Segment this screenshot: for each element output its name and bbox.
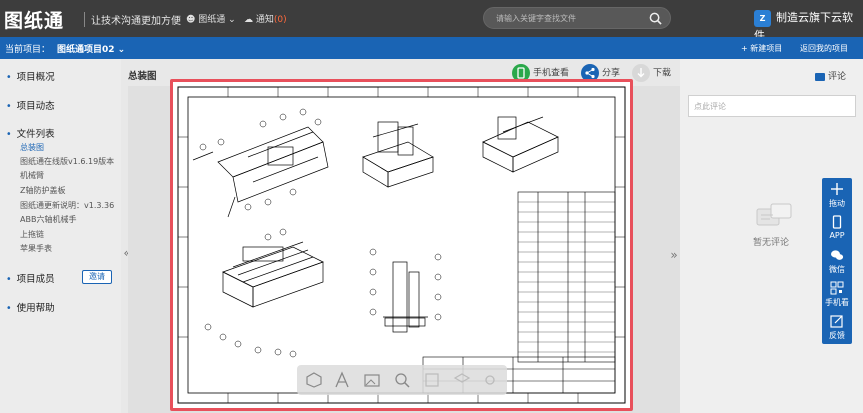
- download-label: 下载: [653, 68, 672, 79]
- empty-comments-text: 暂无评论: [753, 238, 790, 248]
- search-input[interactable]: [496, 11, 646, 26]
- share-label: 分享: [602, 68, 621, 79]
- phone-icon: [832, 215, 842, 229]
- chevron-down-icon: ⌄: [228, 15, 236, 25]
- user-icon: ☻: [186, 15, 196, 25]
- project-name: 图纸通项目02: [57, 45, 115, 55]
- project-bar: 当前项目： 图纸通项目02 ⌄ + 新建项目 返回我的项目: [0, 37, 863, 59]
- app-logo[interactable]: 图纸通: [4, 6, 64, 33]
- speaker-icon: ☁: [244, 15, 253, 25]
- wechat-button[interactable]: 微信: [822, 244, 852, 277]
- drawing-canvas[interactable]: [170, 79, 633, 411]
- move-icon: [831, 183, 843, 195]
- wechat-icon: [831, 250, 844, 260]
- file-item[interactable]: ABB六轴机械手: [20, 214, 76, 225]
- search-box: [483, 7, 671, 29]
- settings-icon[interactable]: [481, 371, 499, 389]
- file-item[interactable]: 上拖链: [20, 229, 44, 240]
- fullscreen-icon[interactable]: [423, 371, 441, 389]
- top-bar: 图纸通 让技术沟通更加方便 ☻ 图纸通 ⌄ ☁ 通知(0) Z制造云旗下云软件: [0, 0, 863, 42]
- text-icon[interactable]: [333, 371, 351, 389]
- sidebar-item-files[interactable]: 文件列表: [6, 126, 55, 140]
- viewer-toolbar: [297, 365, 507, 395]
- image-icon[interactable]: [363, 371, 381, 389]
- empty-comments-icon: [756, 203, 792, 226]
- user-menu-label: 图纸通: [198, 15, 226, 25]
- file-item[interactable]: 机械臂: [20, 170, 44, 181]
- file-item[interactable]: 总装图: [20, 142, 44, 153]
- zoom-icon[interactable]: [393, 371, 411, 389]
- sidebar-item-overview[interactable]: 项目概况: [6, 69, 55, 83]
- wechat-label: 微信: [829, 265, 845, 274]
- app-button[interactable]: APP: [822, 211, 852, 244]
- sidebar-item-activity[interactable]: 项目动态: [6, 98, 55, 112]
- chevron-down-icon: ⌄: [117, 45, 126, 55]
- current-project-label: 当前项目：: [5, 45, 51, 55]
- file-item[interactable]: 苹果手表: [20, 243, 52, 254]
- technical-drawing: [177, 86, 626, 404]
- sidebar: 项目概况 项目动态 文件列表 总装图 图纸通在线版v1.6.19版本 机械臂 Z…: [0, 59, 121, 413]
- layers-icon[interactable]: [453, 371, 471, 389]
- brand-logo-icon: Z: [754, 9, 771, 27]
- sidebar-item-members[interactable]: 项目成员: [6, 271, 55, 285]
- notice-label: 通知: [255, 15, 274, 25]
- drag-button[interactable]: 拖动: [822, 178, 852, 211]
- file-item[interactable]: 图纸通在线版v1.6.19版本: [20, 156, 114, 167]
- feedback-button[interactable]: 反馈: [822, 310, 852, 343]
- comments-header: 评论: [815, 69, 846, 82]
- mobile-view-float-button[interactable]: 手机看: [822, 277, 852, 310]
- notice-count: (0): [273, 15, 287, 25]
- new-project-button[interactable]: + 新建项目: [741, 43, 782, 54]
- floating-toolbar: 拖动 APP 微信 手机看 反馈: [822, 178, 852, 344]
- file-item[interactable]: 图纸通更新说明：v1.3.36: [20, 200, 114, 211]
- download-icon: [632, 64, 650, 82]
- file-item[interactable]: Z轴防护盖板: [20, 185, 65, 196]
- comments-title: 评论: [828, 72, 847, 82]
- project-selector[interactable]: 图纸通项目02 ⌄: [57, 42, 125, 55]
- user-menu[interactable]: ☻ 图纸通 ⌄: [186, 12, 236, 25]
- invite-button[interactable]: 邀请: [82, 270, 112, 284]
- mobile-view-float-label: 手机看: [825, 298, 849, 307]
- comment-icon: [815, 72, 825, 81]
- edit-icon: [830, 315, 843, 328]
- app-label: APP: [829, 231, 845, 240]
- expand-comments-button[interactable]: »: [668, 240, 680, 270]
- cube-icon[interactable]: [305, 371, 323, 389]
- slogan: 让技术沟通更加方便: [84, 12, 181, 27]
- search-icon[interactable]: [649, 12, 662, 25]
- qrcode-icon: [830, 281, 844, 295]
- download-button[interactable]: 下载: [632, 64, 671, 84]
- mobile-view-label: 手机查看: [533, 68, 570, 79]
- comment-input[interactable]: [688, 95, 856, 117]
- feedback-label: 反馈: [829, 331, 845, 340]
- notice-link[interactable]: ☁ 通知(0): [244, 12, 287, 25]
- drag-label: 拖动: [829, 199, 845, 208]
- back-to-projects-link[interactable]: 返回我的项目: [800, 43, 848, 54]
- sidebar-item-help[interactable]: 使用帮助: [6, 300, 55, 314]
- document-title: 总装图: [128, 71, 157, 82]
